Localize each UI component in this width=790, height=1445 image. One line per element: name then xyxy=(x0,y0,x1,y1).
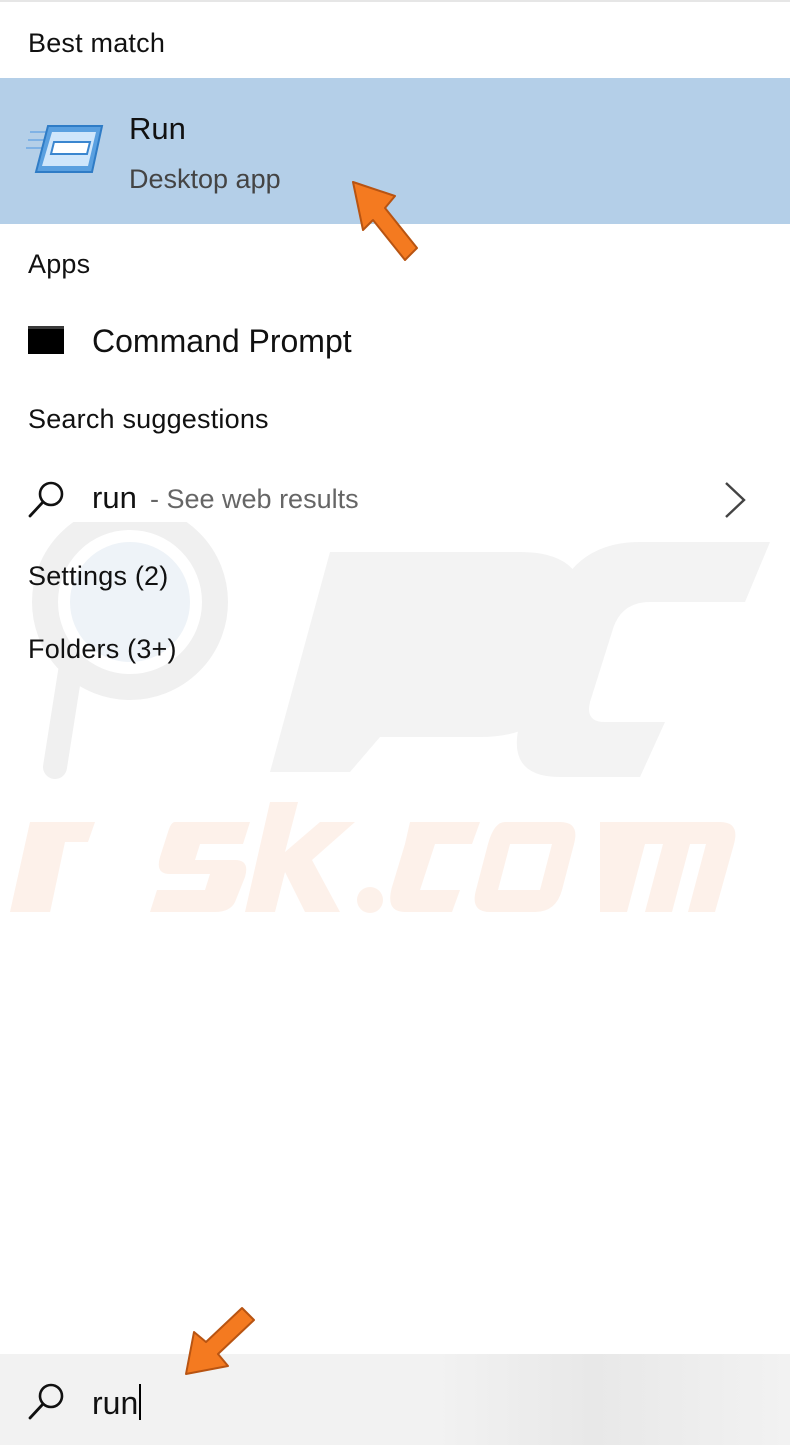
app-result-label: Command Prompt xyxy=(92,323,352,359)
search-box[interactable]: run xyxy=(0,1354,790,1445)
search-input[interactable]: run xyxy=(92,1384,142,1422)
run-dialog-icon xyxy=(26,125,104,173)
best-match-run[interactable]: Run Desktop app xyxy=(0,78,790,224)
chevron-right-icon[interactable] xyxy=(722,480,748,520)
search-icon xyxy=(28,1383,64,1420)
start-search-panel: Best match Run Desktop app Apps Command … xyxy=(0,0,790,1445)
best-match-title: Run xyxy=(129,111,186,146)
best-match-subtitle: Desktop app xyxy=(129,164,281,194)
search-suggestions-header: Search suggestions xyxy=(28,404,269,434)
search-icon xyxy=(28,481,64,518)
text-caret xyxy=(139,1384,142,1420)
command-prompt-icon xyxy=(28,326,64,354)
search-input-text: run xyxy=(92,1385,139,1421)
suggestion-query: run xyxy=(92,480,137,515)
app-result-command-prompt[interactable]: Command Prompt xyxy=(0,304,790,380)
folders-header[interactable]: Folders (3+) xyxy=(28,634,177,665)
settings-header[interactable]: Settings (2) xyxy=(28,561,168,592)
best-match-header: Best match xyxy=(28,28,166,58)
suggestion-hint: - See web results xyxy=(150,484,359,514)
apps-header: Apps xyxy=(28,249,91,279)
web-search-suggestion[interactable]: run - See web results xyxy=(0,460,790,538)
